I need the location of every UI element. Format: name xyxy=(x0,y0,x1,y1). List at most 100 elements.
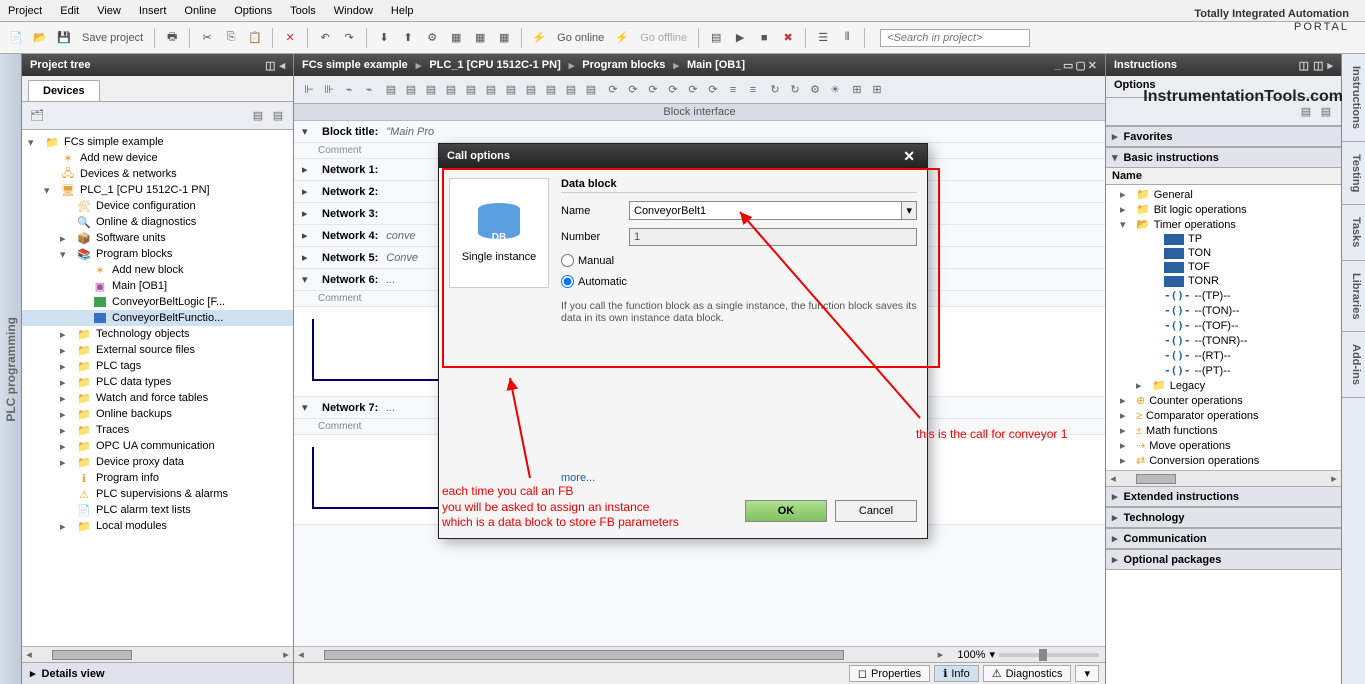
tree-item[interactable]: ▾📚Program blocks xyxy=(22,246,293,262)
pin-icon[interactable]: ◫ xyxy=(265,59,275,72)
project-tree[interactable]: ▾📁FCs simple example✶Add new device🖧Devi… xyxy=(22,130,293,646)
pin-icon[interactable]: ◫ xyxy=(1313,59,1323,72)
instr-group[interactable]: ▸📁Bit logic operations xyxy=(1110,202,1337,217)
undo-icon[interactable]: ↶ xyxy=(315,28,335,48)
vtab-addins[interactable]: Add-ins xyxy=(1342,332,1365,398)
ed-icon[interactable]: ⚙ xyxy=(806,81,824,99)
tree-item[interactable]: ▸📁Device proxy data xyxy=(22,454,293,470)
tree-item[interactable]: ▸📦Software units xyxy=(22,230,293,246)
info-tab[interactable]: ℹ Info xyxy=(934,665,979,682)
menu-help[interactable]: Help xyxy=(391,5,414,17)
instr-group[interactable]: ▸±Math functions xyxy=(1110,423,1337,438)
upload-icon[interactable]: ⬆ xyxy=(398,28,418,48)
instr-item[interactable]: -()- --(PT)-- xyxy=(1110,363,1337,378)
ed-icon[interactable]: ⟳ xyxy=(664,81,682,99)
instr-item[interactable]: TONR xyxy=(1110,274,1337,288)
instr-group[interactable]: ▸≥Comparator operations xyxy=(1110,408,1337,423)
editor-hscroll[interactable]: ◂▸ 100% ▾ xyxy=(294,646,1105,662)
tree-item[interactable]: ▸📁Local modules xyxy=(22,518,293,534)
ed-icon[interactable]: ↻ xyxy=(786,81,804,99)
vtab-testing[interactable]: Testing xyxy=(1342,142,1365,205)
tree-btn-a[interactable]: ▤ xyxy=(249,107,267,125)
tree-item[interactable]: ▸📁PLC tags xyxy=(22,358,293,374)
ok-button[interactable]: OK xyxy=(745,500,827,522)
menu-tools[interactable]: Tools xyxy=(290,5,316,17)
diagnostics-tab[interactable]: ⚠ Diagnostics xyxy=(983,665,1072,682)
open-project-icon[interactable]: 📂 xyxy=(30,28,50,48)
dialog-titlebar[interactable]: Call options ✕ xyxy=(439,144,927,168)
instr-item[interactable]: TP xyxy=(1110,232,1337,246)
menu-options[interactable]: Options xyxy=(234,5,272,17)
ed-icon[interactable]: ▤ xyxy=(442,81,460,99)
pin-icon[interactable]: ◫ xyxy=(1299,59,1309,72)
cancel-button[interactable]: Cancel xyxy=(835,500,917,522)
ed-icon[interactable]: ▤ xyxy=(382,81,400,99)
tree-item[interactable]: 🖧Devices & networks xyxy=(22,166,293,182)
collapse-icon[interactable]: ▾ xyxy=(302,125,314,138)
properties-tab[interactable]: ◻ Properties xyxy=(849,665,930,682)
instr-item[interactable]: -()- --(TP)-- xyxy=(1110,288,1337,303)
download-icon[interactable]: ⬇ xyxy=(374,28,394,48)
tree-item[interactable]: ▾📁FCs simple example xyxy=(22,134,293,150)
go-online-icon[interactable]: ⚡ xyxy=(529,28,549,48)
instr-item[interactable]: TOF xyxy=(1110,260,1337,274)
vtab-instructions[interactable]: Instructions xyxy=(1342,54,1365,142)
ed-icon[interactable]: ▤ xyxy=(562,81,580,99)
search-input[interactable] xyxy=(880,29,1030,47)
menu-online[interactable]: Online xyxy=(184,5,216,17)
ed-icon[interactable]: ⟳ xyxy=(624,81,642,99)
breadcrumb-item[interactable]: Main [OB1] xyxy=(687,59,745,71)
tree-item[interactable]: ▸📁Watch and force tables xyxy=(22,390,293,406)
tree-item[interactable]: ▸📁OPC UA communication xyxy=(22,438,293,454)
ed-icon[interactable]: ⟳ xyxy=(604,81,622,99)
communication-header[interactable]: ▸Communication xyxy=(1106,528,1341,549)
tree-item[interactable]: ⚠PLC supervisions & alarms xyxy=(22,486,293,502)
automatic-radio[interactable]: Automatic xyxy=(561,275,917,288)
more-link[interactable]: more... xyxy=(561,472,917,484)
technology-header[interactable]: ▸Technology xyxy=(1106,507,1341,528)
ed-icon[interactable]: ⌁ xyxy=(340,81,358,99)
ed-icon[interactable]: ≡ xyxy=(744,81,762,99)
save-icon[interactable]: 💾 xyxy=(54,28,74,48)
menu-insert[interactable]: Insert xyxy=(139,5,167,17)
tree-item[interactable]: ✶Add new block xyxy=(22,262,293,278)
tree-hscroll[interactable]: ◂▸ xyxy=(22,646,293,662)
tree-item[interactable]: 📄PLC alarm text lists xyxy=(22,502,293,518)
ed-icon[interactable]: ≡ xyxy=(724,81,742,99)
menu-project[interactable]: Project xyxy=(8,5,42,17)
copy-icon[interactable]: ⎘ xyxy=(221,28,241,48)
manual-radio[interactable]: Manual xyxy=(561,254,917,267)
tb-icon-b[interactable]: ▦ xyxy=(470,28,490,48)
devices-tab[interactable]: Devices xyxy=(28,80,100,101)
ed-icon[interactable]: ⌁ xyxy=(360,81,378,99)
instr-group[interactable]: ▸⊕Counter operations xyxy=(1110,393,1337,408)
menu-window[interactable]: Window xyxy=(334,5,373,17)
max-icon[interactable]: ▢ xyxy=(1075,59,1085,72)
menu-view[interactable]: View xyxy=(97,5,121,17)
ed-icon[interactable]: ▤ xyxy=(482,81,500,99)
tb-icon-i[interactable]: ⫴ xyxy=(837,28,857,48)
left-sidebar-tab[interactable]: PLC programming xyxy=(0,54,22,684)
tree-item[interactable]: ▸📁External source files xyxy=(22,342,293,358)
ed-icon[interactable]: ⊞ xyxy=(848,81,866,99)
minimize-icon[interactable]: _ xyxy=(1055,59,1061,72)
paste-icon[interactable]: 📋 xyxy=(245,28,265,48)
instr-group[interactable]: ▸⇢Move operations xyxy=(1110,438,1337,453)
ed-icon[interactable]: ⟳ xyxy=(644,81,662,99)
ed-icon[interactable]: ▤ xyxy=(462,81,480,99)
tb-icon-e[interactable]: ▶ xyxy=(730,28,750,48)
instr-group[interactable]: ▸📁Legacy xyxy=(1110,378,1337,393)
ed-icon[interactable]: ▤ xyxy=(542,81,560,99)
tree-btn-b[interactable]: ▤ xyxy=(269,107,287,125)
ed-icon[interactable]: ⟳ xyxy=(684,81,702,99)
instr-item[interactable]: -()- --(TONR)-- xyxy=(1110,333,1337,348)
ed-icon[interactable]: ▤ xyxy=(502,81,520,99)
tb-icon-g[interactable]: ✖ xyxy=(778,28,798,48)
close-icon[interactable]: ✕ xyxy=(899,148,919,165)
ed-icon[interactable]: ▤ xyxy=(402,81,420,99)
instr-group[interactable]: ▾📂Timer operations xyxy=(1110,217,1337,232)
tb-icon-a[interactable]: ▦ xyxy=(446,28,466,48)
optional-header[interactable]: ▸Optional packages xyxy=(1106,549,1341,570)
favorites-header[interactable]: ▸Favorites xyxy=(1106,126,1341,147)
breadcrumb-item[interactable]: PLC_1 [CPU 1512C-1 PN] xyxy=(429,59,560,71)
